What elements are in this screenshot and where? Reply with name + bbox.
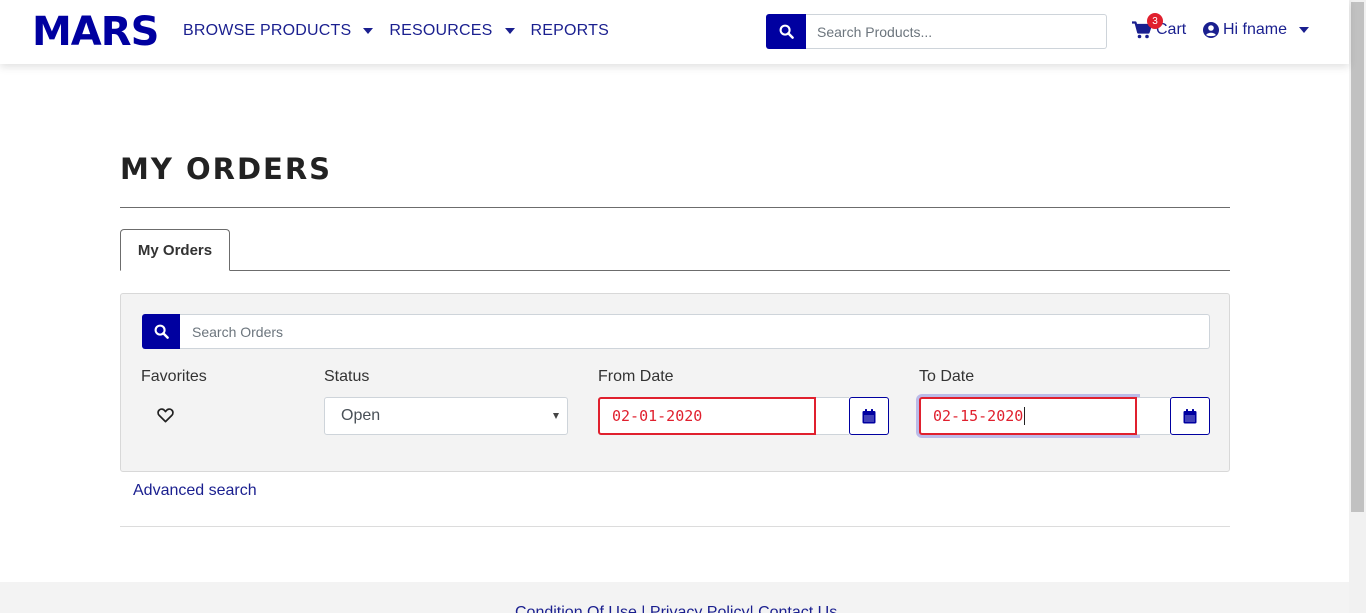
- page-scrollbar[interactable]: [1349, 0, 1366, 613]
- nav-resources-label: RESOURCES: [389, 22, 493, 39]
- footer-separator: |: [749, 604, 759, 613]
- page-title: MY ORDERS: [120, 152, 333, 186]
- site-footer: Condition Of Use | Privacy Policy| Conta…: [0, 582, 1349, 613]
- main-nav: BROWSE PRODUCTS RESOURCES REPORTS: [183, 22, 625, 40]
- nav-browse-products[interactable]: BROWSE PRODUCTS: [183, 22, 374, 40]
- order-search-button[interactable]: [142, 314, 180, 349]
- tabs-divider: [120, 270, 1230, 271]
- scrollbar-thumb[interactable]: [1351, 2, 1364, 512]
- to-date-group: 02-15-2020: [919, 397, 1210, 435]
- calendar-icon: [1183, 408, 1197, 423]
- from-date-value: 02-01-2020: [612, 407, 703, 425]
- select-arrow-icon: [553, 413, 559, 419]
- cart-count-badge: 3: [1147, 13, 1163, 29]
- heart-icon: [157, 408, 174, 423]
- mars-logo[interactable]: MARS: [32, 12, 159, 52]
- order-search: [142, 314, 1210, 349]
- title-divider: [120, 207, 1230, 208]
- caret-down-icon: [1299, 27, 1310, 33]
- user-greeting: Hi fname: [1223, 21, 1288, 38]
- product-search-button[interactable]: [766, 14, 806, 49]
- from-date-input[interactable]: 02-01-2020: [598, 397, 816, 435]
- text-cursor: [1024, 407, 1026, 425]
- order-search-input[interactable]: [180, 314, 1210, 349]
- user-menu[interactable]: Hi fname: [1203, 21, 1310, 39]
- to-date-calendar-button[interactable]: [1170, 397, 1210, 435]
- favorites-toggle[interactable]: [157, 408, 174, 428]
- calendar-icon: [862, 408, 876, 423]
- to-date-label: To Date: [919, 368, 975, 385]
- content-divider: [120, 526, 1230, 527]
- cart-link[interactable]: 3 Cart: [1132, 13, 1186, 39]
- from-date-calendar-button[interactable]: [849, 397, 889, 435]
- caret-down-icon: [363, 28, 374, 34]
- from-date-group: 02-01-2020: [598, 397, 889, 435]
- search-icon: [154, 324, 169, 339]
- search-icon: [779, 24, 794, 39]
- advanced-search-link[interactable]: Advanced search: [133, 482, 257, 500]
- product-search: [766, 14, 1107, 49]
- nav-resources[interactable]: RESOURCES: [389, 22, 515, 40]
- product-search-input[interactable]: [806, 14, 1107, 49]
- caret-down-icon: [504, 28, 515, 34]
- status-select[interactable]: Open: [324, 397, 568, 435]
- nav-browse-products-label: BROWSE PRODUCTS: [183, 22, 352, 39]
- footer-link-contact-us[interactable]: Contact Us: [758, 604, 837, 613]
- to-date-input[interactable]: 02-15-2020: [919, 397, 1137, 435]
- tab-my-orders[interactable]: My Orders: [120, 229, 230, 271]
- to-date-value: 02-15-2020: [933, 407, 1024, 425]
- status-label: Status: [324, 368, 370, 385]
- user-circle-icon: [1203, 22, 1219, 38]
- from-date-label: From Date: [598, 368, 674, 385]
- to-date-field-extension[interactable]: [1137, 397, 1170, 435]
- footer-link-privacy-policy[interactable]: Privacy Policy: [650, 604, 750, 613]
- favorites-label: Favorites: [141, 368, 207, 385]
- footer-link-condition-of-use[interactable]: Condition Of Use: [515, 604, 637, 613]
- nav-reports[interactable]: REPORTS: [531, 22, 609, 40]
- order-filter-panel: Favorites Status Open From Date 02-01-20…: [120, 293, 1230, 472]
- nav-reports-label: REPORTS: [530, 22, 609, 39]
- footer-separator: |: [636, 604, 650, 613]
- footer-links: Condition Of Use | Privacy Policy| Conta…: [515, 604, 837, 613]
- status-selected-value: Open: [341, 407, 381, 424]
- site-header: MARS BROWSE PRODUCTS RESOURCES REPORTS S…: [0, 0, 1349, 64]
- from-date-field-extension[interactable]: [816, 397, 849, 435]
